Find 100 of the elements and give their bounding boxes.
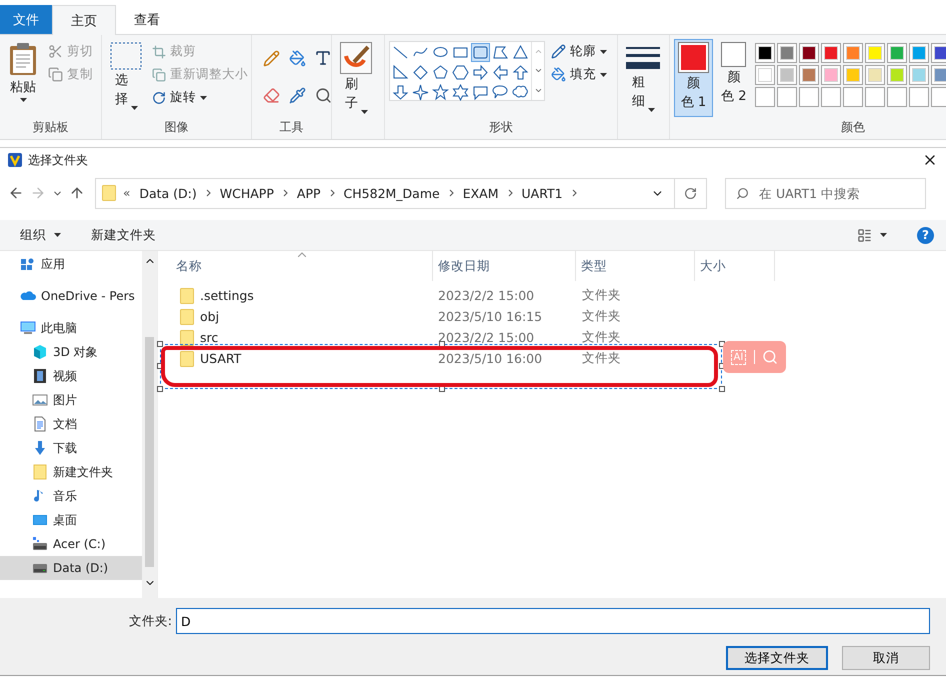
table-cell-text: 2023/2/2 15:00 bbox=[437, 330, 536, 345]
palette-swatch[interactable] bbox=[930, 65, 946, 85]
breadcrumb[interactable]: CH582M_Dame bbox=[342, 186, 442, 200]
folder-input[interactable]: D bbox=[176, 608, 930, 634]
address-bar[interactable]: « Data (D:) WCHAPP APP CH582M_Dame EXAM UART1 bbox=[95, 178, 707, 208]
group-label: 图像 bbox=[164, 119, 190, 136]
breadcrumb[interactable]: Data (D:) bbox=[137, 186, 199, 200]
sidebar-item[interactable]: 图片 bbox=[0, 388, 142, 412]
search-box[interactable]: 在 UART1 中搜索 bbox=[725, 178, 926, 208]
eraser-icon bbox=[262, 86, 280, 104]
image-icon bbox=[32, 392, 48, 408]
ribbon-tab[interactable]: 查看 bbox=[116, 5, 178, 34]
column-header[interactable]: 修改日期 bbox=[433, 251, 576, 281]
shape-tool[interactable] bbox=[411, 83, 430, 102]
view-button[interactable] bbox=[857, 228, 887, 242]
shape-tool[interactable] bbox=[431, 83, 450, 102]
text-icon bbox=[314, 49, 332, 67]
app-logo-icon bbox=[8, 153, 22, 167]
folder-icon bbox=[180, 288, 194, 304]
column-header[interactable]: 名称 bbox=[158, 251, 433, 281]
sidebar-item[interactable]: Acer (C:) bbox=[0, 532, 142, 556]
sidebar-item[interactable]: 音乐 bbox=[0, 484, 142, 508]
caret-icon bbox=[200, 96, 207, 100]
color-slot-button[interactable]: 颜色 1 bbox=[674, 39, 713, 117]
sidebar-item[interactable]: OneDrive - Pers bbox=[0, 284, 142, 308]
scrollbar-thumb[interactable] bbox=[145, 337, 154, 567]
shape-tool[interactable] bbox=[471, 63, 490, 82]
file-name[interactable]: src bbox=[200, 330, 218, 345]
file-name[interactable]: USART bbox=[200, 351, 242, 366]
chevron-right-icon bbox=[448, 189, 454, 197]
refresh-icon bbox=[684, 186, 697, 200]
sidebar-item[interactable]: 文档 bbox=[0, 412, 142, 436]
select-button[interactable]: 选择 bbox=[106, 39, 146, 117]
sidebar-item[interactable]: Data (D:) bbox=[0, 556, 142, 580]
shape-tool[interactable] bbox=[511, 63, 530, 82]
search-icon bbox=[736, 186, 749, 200]
cancel-button[interactable]: 取消 bbox=[842, 646, 930, 670]
copy-icon bbox=[48, 67, 63, 82]
paste-button[interactable]: 粘贴 bbox=[4, 39, 42, 117]
select-folder-button[interactable]: 选择文件夹 bbox=[726, 646, 828, 670]
shape-tool[interactable] bbox=[471, 43, 490, 62]
file-menu-button[interactable]: 文件 bbox=[0, 5, 52, 34]
desktop-icon bbox=[32, 512, 48, 528]
sidebar-item[interactable]: 下载 bbox=[0, 436, 142, 460]
outline-button[interactable]: 轮廓 bbox=[549, 41, 609, 62]
brush-button[interactable]: 刷子 bbox=[336, 39, 376, 139]
paint-bucket-icon bbox=[551, 67, 566, 82]
breadcrumb[interactable]: APP bbox=[294, 186, 323, 200]
color-slot-button[interactable]: 颜色 2 bbox=[717, 39, 751, 117]
overflow-marker[interactable]: « bbox=[123, 186, 130, 200]
right-triangle-icon bbox=[392, 64, 409, 81]
up-button[interactable] bbox=[69, 185, 85, 201]
rotate-button[interactable]: 旋转 bbox=[150, 87, 250, 108]
group-label: 工具 bbox=[278, 119, 304, 136]
rounded-rectangle-icon bbox=[472, 44, 489, 61]
column-header[interactable]: 类型 bbox=[576, 251, 695, 281]
empty-swatch[interactable] bbox=[930, 87, 946, 107]
breadcrumb[interactable]: UART1 bbox=[520, 186, 565, 200]
paint-bucket-icon bbox=[288, 50, 306, 66]
sort-caret-icon bbox=[298, 252, 306, 257]
group-label: 颜色 bbox=[840, 119, 866, 136]
table-cell-text: 文件夹 bbox=[581, 308, 622, 325]
breadcrumb[interactable]: WCHAPP bbox=[218, 186, 276, 200]
shape-tool[interactable] bbox=[451, 63, 470, 82]
column-header[interactable]: 大小 bbox=[695, 251, 775, 281]
table-cell-text: 文件夹 bbox=[581, 329, 622, 346]
shape-tool[interactable] bbox=[411, 63, 430, 82]
sidebar-item[interactable]: 3D 对象 bbox=[0, 340, 142, 364]
fill-button[interactable]: 填充 bbox=[549, 64, 609, 85]
shape-tool[interactable] bbox=[391, 83, 410, 102]
download-icon bbox=[32, 440, 48, 456]
new-folder-button[interactable]: 新建文件夹 bbox=[91, 226, 156, 244]
drive-icon bbox=[32, 536, 48, 552]
size-button[interactable]: 粗细 bbox=[622, 39, 664, 139]
shape-tool[interactable] bbox=[451, 83, 470, 102]
back-arrow-icon bbox=[8, 185, 24, 201]
selection-icon bbox=[110, 42, 142, 70]
window-title: 选择文件夹 bbox=[28, 152, 89, 168]
organize-button[interactable]: 组织 bbox=[20, 226, 61, 244]
caret-icon bbox=[20, 98, 26, 102]
help-button[interactable]: ? bbox=[917, 226, 934, 244]
crop-icon bbox=[152, 44, 166, 58]
speech-bubble-icon bbox=[472, 84, 489, 101]
file-name[interactable]: obj bbox=[200, 309, 220, 324]
ribbon-tab[interactable]: 主页 bbox=[52, 5, 116, 35]
document-icon bbox=[32, 416, 48, 432]
back-button[interactable] bbox=[8, 185, 24, 201]
file-name[interactable]: .settings bbox=[200, 288, 254, 303]
group-label: 形状 bbox=[488, 119, 514, 136]
sidebar-item[interactable]: 应用 bbox=[0, 252, 142, 276]
breadcrumb[interactable]: EXAM bbox=[460, 186, 501, 200]
brush-icon bbox=[340, 42, 372, 74]
sidebar-item[interactable]: 桌面 bbox=[0, 508, 142, 532]
sidebar-item[interactable]: 此电脑 bbox=[0, 316, 142, 340]
chevron-right-icon bbox=[206, 189, 211, 197]
sidebar-item[interactable]: 视频 bbox=[0, 364, 142, 388]
palette-swatch[interactable] bbox=[930, 43, 946, 63]
sidebar-item[interactable]: 新建文件夹 bbox=[0, 460, 142, 484]
table-cell-text: 2023/5/10 16:00 bbox=[437, 351, 544, 366]
shape-tool[interactable] bbox=[491, 63, 510, 82]
